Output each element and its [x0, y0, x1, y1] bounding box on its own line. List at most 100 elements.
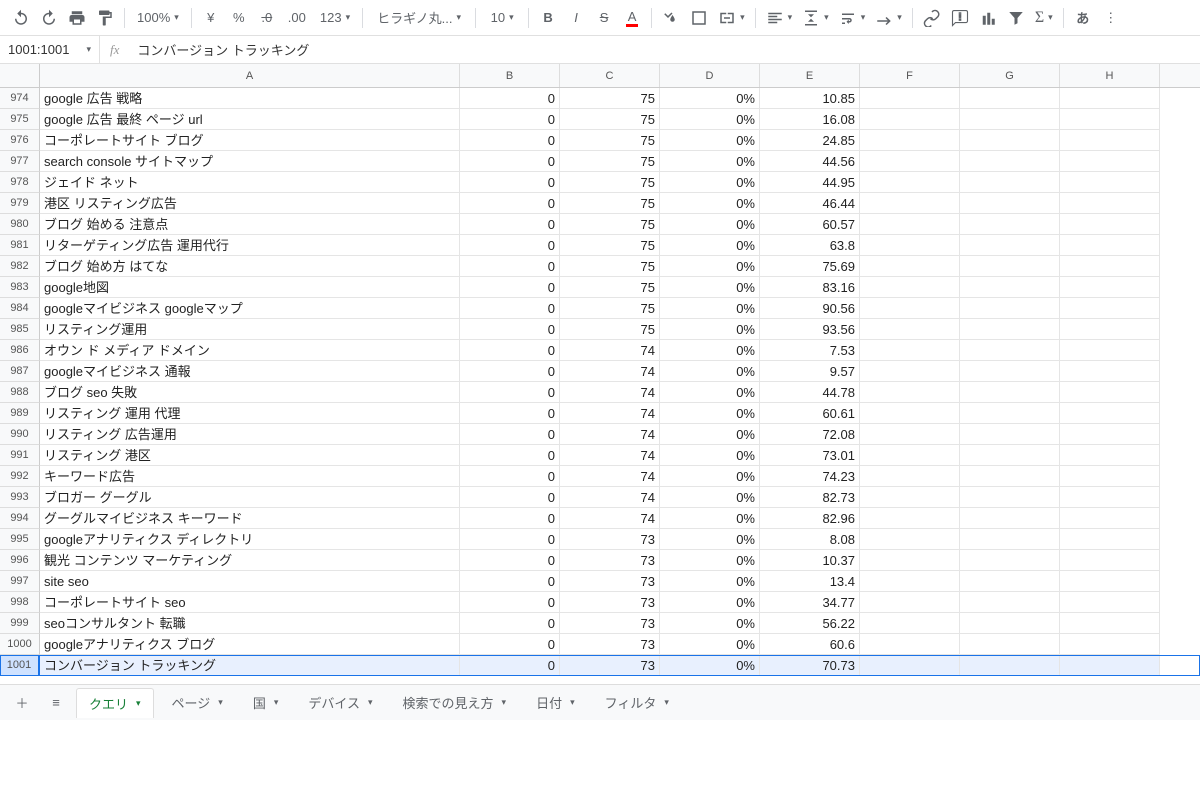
redo-button[interactable]	[36, 5, 62, 31]
cell[interactable]	[960, 466, 1060, 487]
cell[interactable]: 74	[560, 361, 660, 382]
cell[interactable]	[960, 109, 1060, 130]
sheet-tab[interactable]: ページ	[160, 688, 235, 718]
all-sheets-button[interactable]: ≡	[42, 689, 70, 717]
cell[interactable]	[960, 319, 1060, 340]
cell[interactable]: 0	[460, 424, 560, 445]
cell[interactable]: 0	[460, 151, 560, 172]
row-header[interactable]: 983	[0, 277, 40, 298]
cell[interactable]: 0	[460, 445, 560, 466]
cell[interactable]: googleマイビジネス googleマップ	[40, 298, 460, 319]
row-header[interactable]: 976	[0, 130, 40, 151]
cell[interactable]: 75	[560, 193, 660, 214]
cell[interactable]: 0	[460, 508, 560, 529]
table-row[interactable]: 997site seo0730%13.4	[0, 571, 1200, 592]
cell[interactable]: 73	[560, 529, 660, 550]
cell[interactable]: 74	[560, 487, 660, 508]
cell[interactable]: 0%	[660, 445, 760, 466]
cell[interactable]	[960, 487, 1060, 508]
cell[interactable]: 75	[560, 319, 660, 340]
cell[interactable]	[860, 277, 960, 298]
cell[interactable]	[860, 256, 960, 277]
currency-button[interactable]: ¥	[198, 5, 224, 31]
row-header[interactable]: 994	[0, 508, 40, 529]
cell[interactable]	[1060, 130, 1160, 151]
row-header[interactable]: 986	[0, 340, 40, 361]
cell[interactable]: seoコンサルタント 転職	[40, 613, 460, 634]
cell[interactable]	[1060, 172, 1160, 193]
column-header[interactable]: C	[560, 64, 660, 87]
cell[interactable]	[960, 592, 1060, 613]
cell[interactable]: 0%	[660, 277, 760, 298]
cell[interactable]: ブロガー グーグル	[40, 487, 460, 508]
cell[interactable]: 75	[560, 256, 660, 277]
cell[interactable]	[1060, 508, 1160, 529]
table-row[interactable]: 992キーワード広告0740%74.23	[0, 466, 1200, 487]
cell[interactable]	[860, 214, 960, 235]
cell[interactable]: 75	[560, 88, 660, 109]
cell[interactable]: リターゲティング広告 運用代行	[40, 235, 460, 256]
cell[interactable]	[1060, 277, 1160, 298]
table-row[interactable]: 994グーグルマイビジネス キーワード0740%82.96	[0, 508, 1200, 529]
cell[interactable]	[960, 298, 1060, 319]
cell[interactable]: 0	[460, 634, 560, 655]
cell[interactable]	[960, 130, 1060, 151]
cell[interactable]: 0	[460, 466, 560, 487]
cell[interactable]: 0%	[660, 550, 760, 571]
cell[interactable]: 75.69	[760, 256, 860, 277]
cell[interactable]: 74	[560, 508, 660, 529]
cell[interactable]	[860, 151, 960, 172]
cell[interactable]: 0%	[660, 256, 760, 277]
sheet-tab[interactable]: デバイス	[296, 688, 384, 718]
row-header[interactable]: 978	[0, 172, 40, 193]
column-header[interactable]: G	[960, 64, 1060, 87]
cell[interactable]	[1060, 634, 1160, 655]
cell[interactable]: 93.56	[760, 319, 860, 340]
cell[interactable]: 0	[460, 193, 560, 214]
font-dropdown[interactable]: ヒラギノ丸...	[369, 5, 469, 31]
table-row[interactable]: 998コーポレートサイト seo0730%34.77	[0, 592, 1200, 613]
cell[interactable]: 56.22	[760, 613, 860, 634]
cell[interactable]: 60.57	[760, 214, 860, 235]
cell[interactable]: googleアナリティクス ディレクトリ	[40, 529, 460, 550]
cell[interactable]	[960, 361, 1060, 382]
cell[interactable]: 0	[460, 382, 560, 403]
cell[interactable]: 0%	[660, 571, 760, 592]
cell[interactable]: 0	[460, 655, 560, 676]
cell[interactable]	[860, 655, 960, 676]
row-header[interactable]: 999	[0, 613, 40, 634]
ime-button[interactable]: あ	[1070, 5, 1096, 31]
cell[interactable]: 0	[460, 361, 560, 382]
cell[interactable]: 44.56	[760, 151, 860, 172]
table-row[interactable]: 988ブログ seo 失敗0740%44.78	[0, 382, 1200, 403]
cell[interactable]: 34.77	[760, 592, 860, 613]
cell[interactable]	[960, 634, 1060, 655]
cell[interactable]	[960, 214, 1060, 235]
cell[interactable]	[960, 340, 1060, 361]
number-format-dropdown[interactable]: 123	[314, 5, 356, 31]
cell[interactable]: 60.6	[760, 634, 860, 655]
cell[interactable]: ブログ 始め方 はてな	[40, 256, 460, 277]
valign-button[interactable]	[798, 5, 833, 31]
formula-input[interactable]: コンバージョン トラッキング	[129, 40, 317, 59]
cell[interactable]: キーワード広告	[40, 466, 460, 487]
cell[interactable]: 63.8	[760, 235, 860, 256]
cell[interactable]	[860, 550, 960, 571]
cell[interactable]	[860, 235, 960, 256]
sheet-tab[interactable]: フィルタ	[593, 688, 681, 718]
cell[interactable]: オウン ド メディア ドメイン	[40, 340, 460, 361]
sheet-tab[interactable]: 日付	[524, 688, 587, 718]
zoom-dropdown[interactable]: 100%	[131, 5, 185, 31]
cell[interactable]	[1060, 151, 1160, 172]
cell[interactable]: 8.08	[760, 529, 860, 550]
cell[interactable]: 0	[460, 613, 560, 634]
cell[interactable]	[860, 529, 960, 550]
table-row[interactable]: 982ブログ 始め方 はてな0750%75.69	[0, 256, 1200, 277]
row-header[interactable]: 982	[0, 256, 40, 277]
cell[interactable]: 0	[460, 256, 560, 277]
column-header[interactable]: A	[40, 64, 460, 87]
cell[interactable]: 0	[460, 571, 560, 592]
comment-button[interactable]	[947, 5, 973, 31]
cell[interactable]: ブログ seo 失敗	[40, 382, 460, 403]
cell[interactable]: 10.37	[760, 550, 860, 571]
